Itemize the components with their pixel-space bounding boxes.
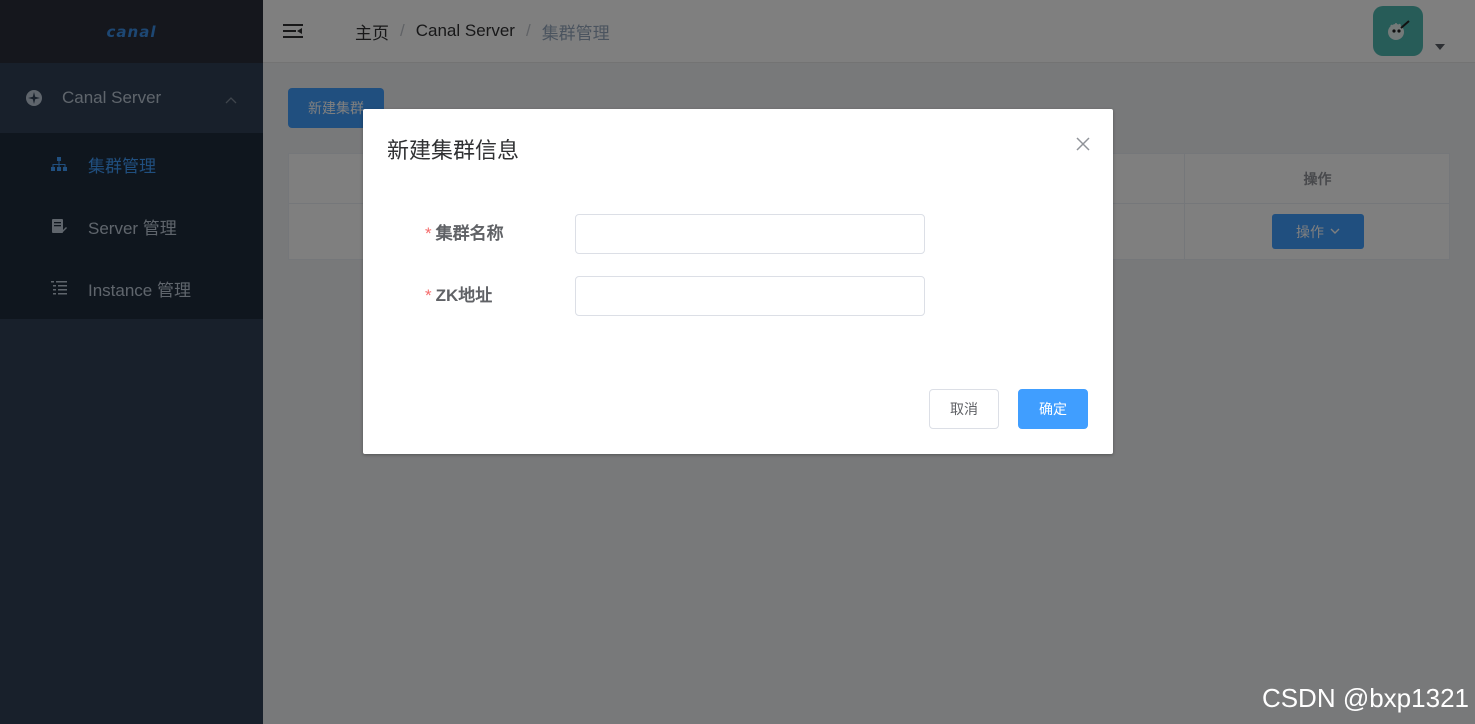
confirm-button[interactable]: 确定: [1018, 389, 1088, 429]
cancel-button[interactable]: 取消: [929, 389, 999, 429]
form-row-cluster-name: * 集群名称: [363, 214, 1113, 254]
required-mark: *: [425, 224, 432, 243]
zk-address-label: * ZK地址: [425, 286, 493, 305]
cluster-name-input[interactable]: [575, 214, 925, 254]
required-mark: *: [425, 286, 432, 305]
zk-address-input[interactable]: [575, 276, 925, 316]
watermark: CSDN @bxp1321: [1261, 683, 1469, 713]
dialog-title: 新建集群信息: [387, 138, 520, 163]
close-icon[interactable]: [1075, 136, 1091, 152]
cluster-name-label: * 集群名称: [425, 224, 504, 243]
new-cluster-dialog: 新建集群信息 * 集群名称 * ZK地址 取消 确定: [363, 109, 1113, 454]
form-row-zk-address: * ZK地址: [363, 276, 1113, 316]
